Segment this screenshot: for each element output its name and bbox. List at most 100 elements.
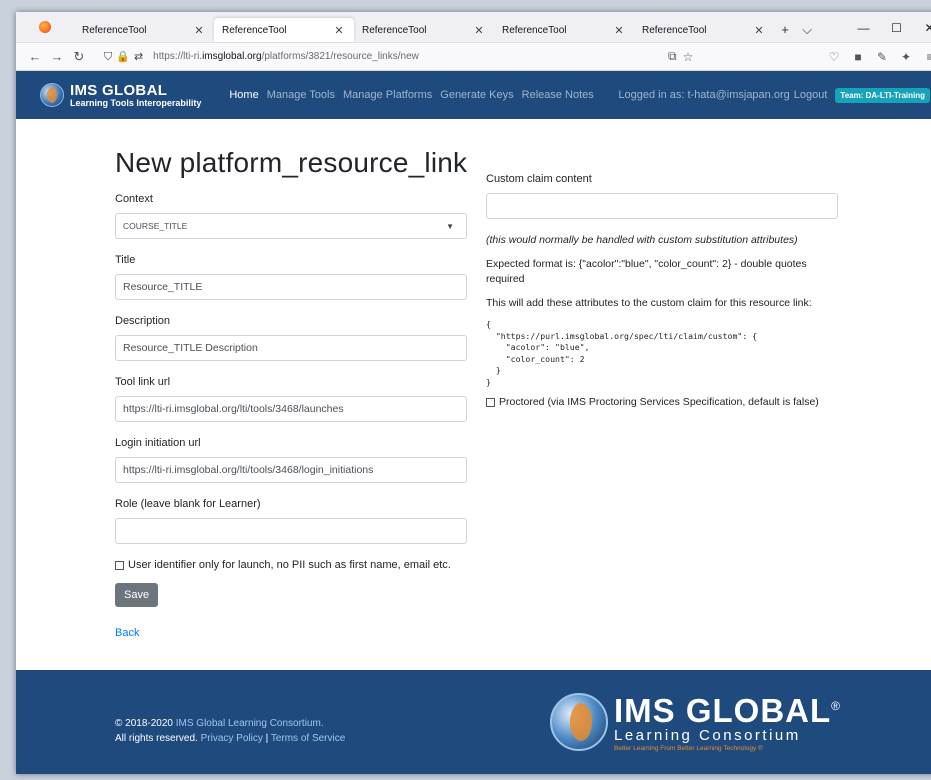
url-path: /platforms/3821/resource_links/new [261,51,419,62]
nav-release-notes[interactable]: Release Notes [522,89,594,101]
nav-home[interactable]: Home [229,89,258,101]
terms-of-service-link[interactable]: Terms of Service [271,733,345,744]
shield-lock-icon: ⛉🔒⇄ [104,50,148,63]
bookmark-star-icon[interactable]: ☆ [683,50,694,64]
firefox-icon[interactable] [16,12,74,42]
user-area: Logged in as: t-hata@imsjapan.org Logout… [618,87,930,103]
pen-extension-icon[interactable]: ✎ [874,50,890,64]
tab-label: ReferenceTool [642,24,707,36]
tab-label: ReferenceTool [362,24,427,36]
brand-logo[interactable]: IMS GLOBAL Learning Tools Interoperabili… [40,83,201,108]
privacy-policy-link[interactable]: Privacy Policy [201,733,263,744]
nav-manage-platforms[interactable]: Manage Platforms [343,89,432,101]
globe-logo-icon [40,83,64,107]
context-select[interactable]: COURSE_TITLE ▼ [115,213,467,239]
footer-copyright: © 2018-2020 IMS Global Learning Consorti… [115,716,345,746]
main-content: New platform_resource_link Context COURS… [16,119,931,669]
tab-label: ReferenceTool [502,24,567,36]
pocket-icon[interactable]: ♡ [826,50,842,64]
browser-tab-active[interactable]: ReferenceTool ✕ [214,18,354,42]
browser-tab[interactable]: ReferenceTool ✕ [634,18,774,42]
tool-link-url-input[interactable]: https://lti-ri.imsglobal.org/lti/tools/3… [115,396,467,422]
ims-global-footer-logo: IMS GLOBAL® Learning Consortium Better L… [550,690,841,753]
nav-generate-keys[interactable]: Generate Keys [440,89,513,101]
role-label: Role (leave blank for Learner) [115,498,261,510]
forward-arrow-icon[interactable]: → [46,49,68,64]
footer-separator: | [262,733,271,744]
description-label: Description [115,315,171,327]
proctored-label: Proctored (via IMS Proctoring Services S… [499,396,819,408]
expected-format-text: Expected format is: {"acolor":"blue", "c… [486,258,807,285]
will-add-text: This will add these attributes to the cu… [486,297,812,309]
save-button[interactable]: Save [115,583,159,607]
extension-icon[interactable]: ■ [850,50,866,64]
browser-tab[interactable]: ReferenceTool ✕ [494,18,634,42]
maximize-icon[interactable]: ☐ [880,21,913,35]
team-badge[interactable]: Team: DA-LTI-Training [835,87,930,103]
url-toolbar: ← → ↻ ⛉🔒⇄ https://lti-ri.imsglobal.org/p… [16,43,931,71]
browser-tab[interactable]: ReferenceTool ✕ [74,18,214,42]
reload-icon[interactable]: ↻ [68,49,90,65]
address-bar[interactable]: ⛉🔒⇄ https://lti-ri.imsglobal.org/platfor… [98,46,668,68]
rights-text: All rights reserved. [115,733,198,744]
brand-subtitle: Learning Tools Interoperability [70,97,202,108]
back-arrow-icon[interactable]: ← [24,49,46,64]
title-input[interactable]: Resource_TITLE [115,274,467,300]
title-label: Title [115,254,136,266]
url-domain: imsglobal.org [202,51,262,62]
tab-close-icon[interactable]: ✕ [332,24,346,37]
browser-window: ReferenceTool ✕ ReferenceTool ✕ Referenc… [16,12,931,774]
user-identifier-checkbox[interactable] [115,560,124,570]
user-identifier-label: User identifier only for launch, no PII … [128,559,451,571]
proctored-option: Proctored (via IMS Proctoring Services S… [486,396,846,408]
footer-logo-title: IMS GLOBAL [614,692,832,729]
registered-mark: ® [831,699,841,713]
custom-claim-input[interactable] [486,193,838,219]
url-prefix: https://lti-ri. [153,51,203,62]
extensions-area: ♡ ■ ✎ ✦ ≡ [826,50,931,64]
copyright-prefix: © 2018-2020 [115,718,176,729]
description-input[interactable]: Resource_TITLE Description [115,335,467,361]
tab-bar: ReferenceTool ✕ ReferenceTool ✕ Referenc… [16,12,931,43]
footer-logo-tagline: Better Learning From Better Learning Tec… [614,745,763,752]
tool-link-url-label: Tool link url [115,376,171,388]
new-tab-button[interactable]: + [774,18,796,42]
tab-close-icon[interactable]: ✕ [192,24,206,37]
minimize-icon[interactable]: — [847,21,880,35]
context-label: Context [115,193,153,205]
footer-logo-subtitle: Learning Consortium [614,727,801,744]
form-right-column: Custom claim content (this would normall… [486,173,846,639]
logged-in-text: Logged in as: t-hata@imsjapan.org [618,89,790,101]
tab-list-chevron-icon[interactable]: ⌵ [796,18,818,42]
user-identifier-option: User identifier only for launch, no PII … [115,559,467,571]
logout-link[interactable]: Logout [794,89,828,101]
site-footer: © 2018-2020 IMS Global Learning Consorti… [16,670,931,774]
chevron-down-icon: ▼ [446,222,454,231]
consortium-link[interactable]: IMS Global Learning Consortium. [176,718,324,729]
custom-claim-label: Custom claim content [486,173,592,185]
login-initiation-url-input[interactable]: https://lti-ri.imsglobal.org/lti/tools/3… [115,457,467,483]
proctored-checkbox[interactable] [486,397,495,407]
url-text: https://lti-ri.imsglobal.org/platforms/3… [153,51,419,62]
tab-close-icon[interactable]: ✕ [472,24,486,37]
address-bar-actions: ⧉ ☆ [668,49,693,64]
window-controls: — ☐ ✕ [847,12,931,43]
tab-close-icon[interactable]: ✕ [612,24,626,37]
browser-tab[interactable]: ReferenceTool ✕ [354,18,494,42]
context-select-value: COURSE_TITLE [123,221,188,231]
login-initiation-url-label: Login initiation url [115,437,201,449]
window-close-icon[interactable]: ✕ [913,21,931,35]
nav-manage-tools[interactable]: Manage Tools [267,89,335,101]
translate-icon[interactable]: ⧉ [668,49,677,64]
custom-claim-example: { "https://purl.imsglobal.org/spec/lti/c… [486,319,758,387]
back-link[interactable]: Back [115,627,467,639]
menu-icon[interactable]: ≡ [922,50,931,64]
tab-close-icon[interactable]: ✕ [752,24,766,37]
brand-title: IMS GLOBAL [70,81,168,99]
puzzle-extension-icon[interactable]: ✦ [898,50,914,64]
tab-label: ReferenceTool [222,24,287,36]
custom-claim-note: (this would normally be handled with cus… [486,234,798,246]
role-input[interactable] [115,518,467,544]
tab-label: ReferenceTool [82,24,147,36]
site-navbar: IMS GLOBAL Learning Tools Interoperabili… [16,71,931,119]
